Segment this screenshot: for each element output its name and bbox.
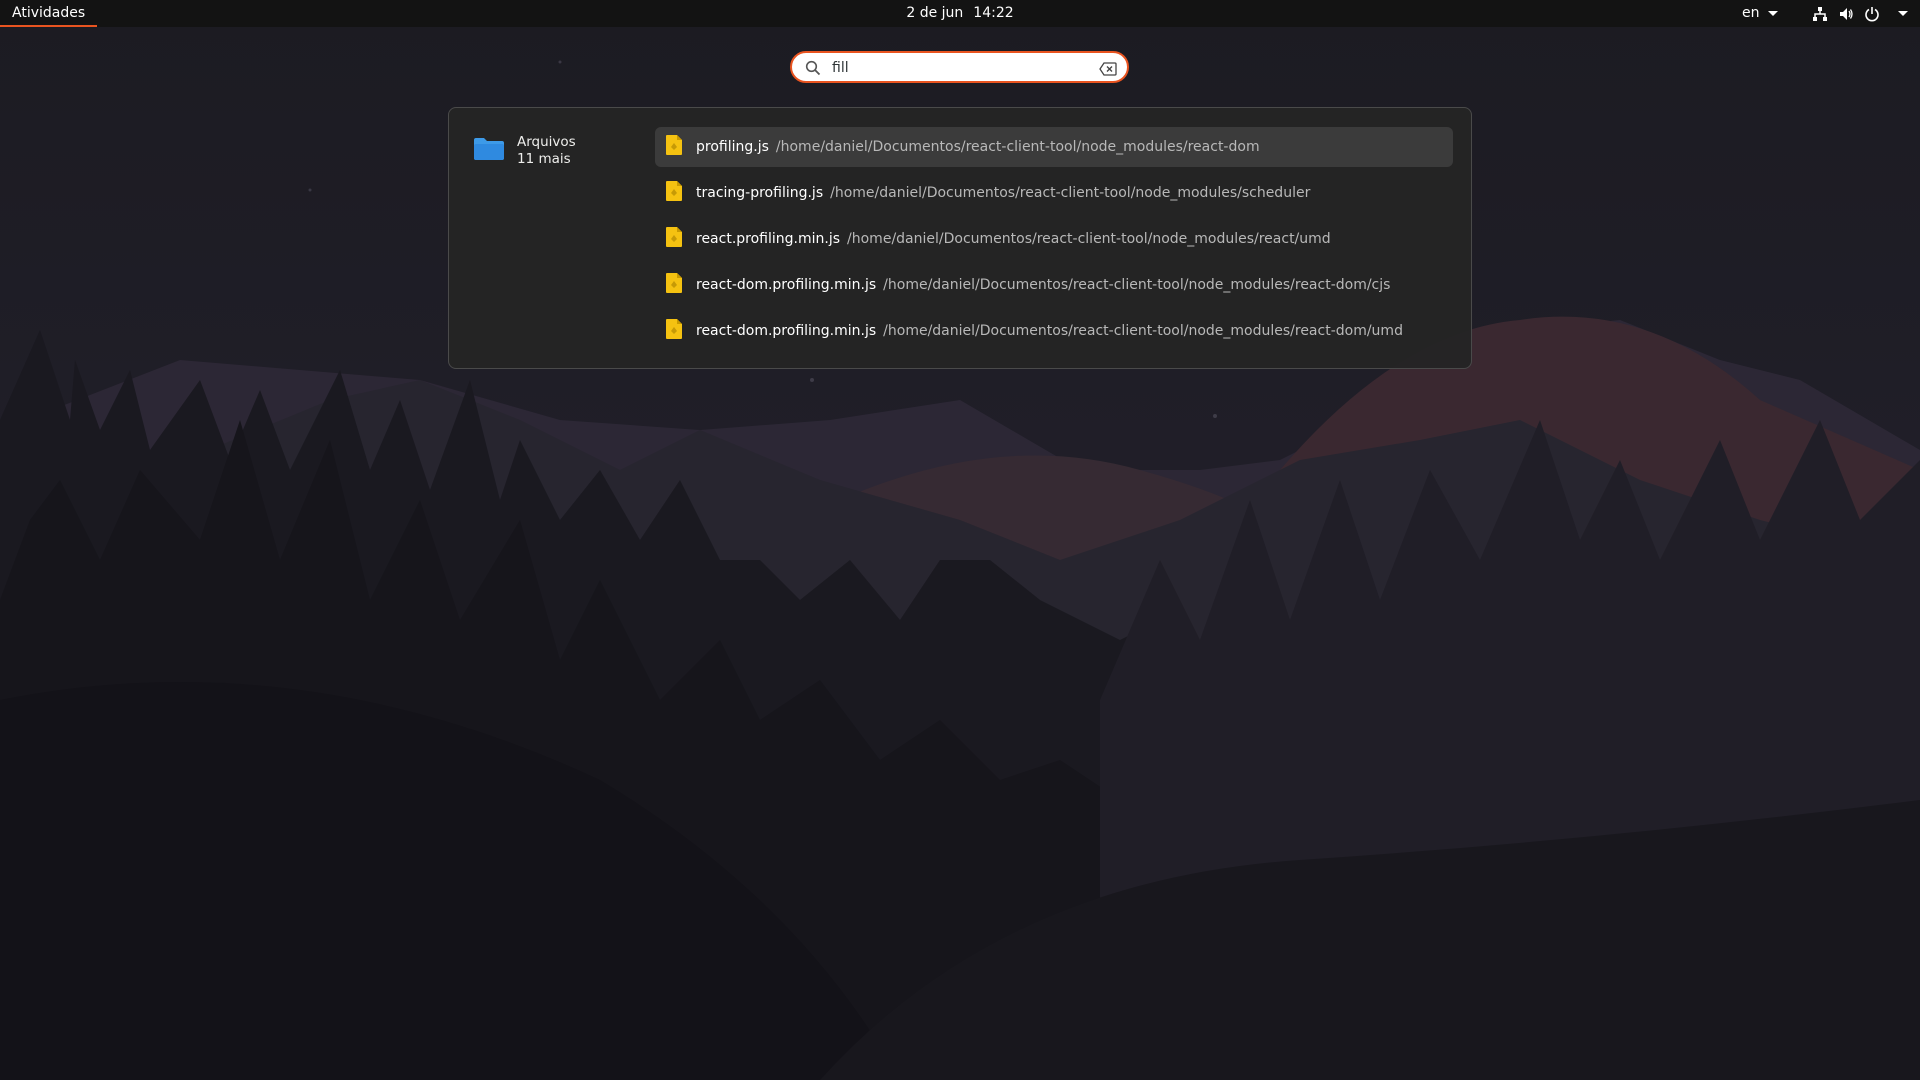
result-name: react-dom.profiling.min.js: [696, 323, 877, 339]
activities-button[interactable]: Atividades: [0, 0, 98, 27]
clear-icon[interactable]: [1099, 61, 1117, 80]
result-path: /home/daniel/Documentos/react-client-too…: [847, 231, 1331, 247]
result-path: /home/daniel/Documentos/react-client-too…: [830, 185, 1311, 201]
chevron-down-icon: [1898, 11, 1908, 16]
result-name: tracing-profiling.js: [696, 185, 824, 201]
desktop: Atividades 2 de jun 14:22 en fill Arquiv…: [0, 0, 1920, 1080]
power-icon: [1864, 6, 1880, 22]
provider-name: Arquivos: [517, 134, 576, 150]
result-name: react.profiling.min.js: [696, 231, 841, 247]
clock-date: 2 de jun: [906, 5, 964, 21]
result-name: profiling.js: [696, 139, 769, 155]
result-path: /home/daniel/Documentos/react-client-too…: [883, 323, 1403, 339]
search-entry[interactable]: [790, 51, 1129, 83]
search-icon: [805, 60, 821, 80]
volume-icon: [1838, 6, 1854, 22]
js-file-icon: [665, 180, 683, 206]
clock-time: 14:22: [973, 5, 1014, 21]
top-bar: Atividades 2 de jun 14:22 en: [0, 0, 1920, 27]
search-input[interactable]: [832, 57, 1082, 79]
result-item[interactable]: tracing-profiling.js /home/daniel/Docume…: [655, 173, 1453, 213]
result-path: /home/daniel/Documentos/react-client-too…: [883, 277, 1391, 293]
provider-files[interactable]: Arquivos 11 mais: [473, 134, 576, 168]
js-file-icon: [665, 134, 683, 160]
network-icon: [1812, 6, 1828, 22]
result-name: react-dom.profiling.min.js: [696, 277, 877, 293]
clock-button[interactable]: 2 de jun 14:22: [906, 0, 1013, 27]
folder-icon: [473, 137, 505, 165]
result-item[interactable]: profiling.js /home/daniel/Documentos/rea…: [655, 127, 1453, 167]
result-item[interactable]: react-dom.profiling.min.js /home/daniel/…: [655, 311, 1453, 351]
result-path: /home/daniel/Documentos/react-client-too…: [775, 139, 1260, 155]
js-file-icon: [665, 226, 683, 252]
system-menu-button[interactable]: [1812, 0, 1908, 27]
provider-more: 11 mais: [517, 151, 571, 167]
chevron-down-icon: [1767, 10, 1778, 16]
result-item[interactable]: react-dom.profiling.min.js /home/daniel/…: [655, 265, 1453, 305]
js-file-icon: [665, 318, 683, 344]
keyboard-layout-label: en: [1742, 5, 1760, 21]
search-results-panel: Arquivos 11 mais profiling.js /home/dani…: [448, 107, 1472, 369]
js-file-icon: [665, 272, 683, 298]
provider-text: Arquivos 11 mais: [517, 134, 576, 168]
result-item[interactable]: react.profiling.min.js /home/daniel/Docu…: [655, 219, 1453, 259]
keyboard-layout-button[interactable]: en: [1742, 0, 1778, 27]
results-list: profiling.js /home/daniel/Documentos/rea…: [655, 127, 1453, 357]
